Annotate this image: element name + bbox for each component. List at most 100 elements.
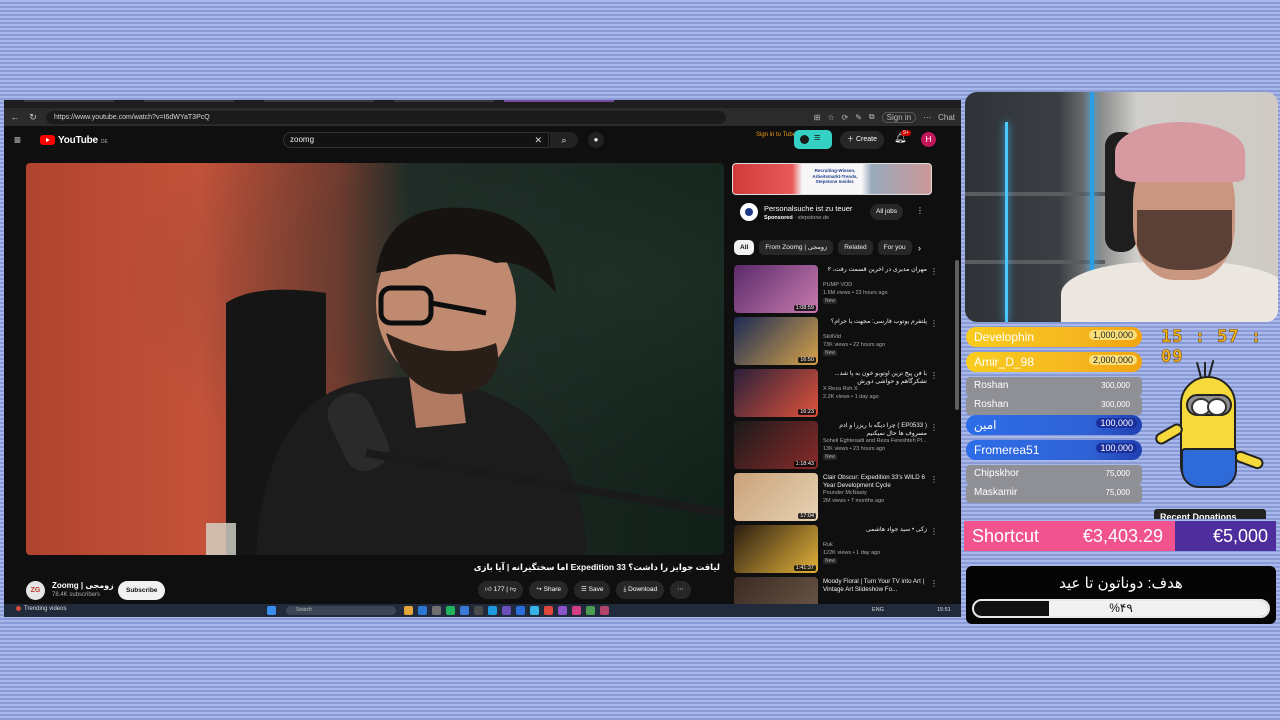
language-indicator[interactable]: ENG	[872, 607, 884, 613]
recommendation-title[interactable]: پلتفرم یوتوب فارسی: مجهت یا حرام؟	[823, 318, 927, 326]
recommendation-title[interactable]: ( EP0533 ) چرا دیگه با ریزرا و آدم مسروف…	[823, 422, 927, 437]
ad-title[interactable]: Personalsuche ist zu teuer	[764, 204, 852, 213]
more-actions-button[interactable]: ⋯	[670, 581, 691, 599]
more-options-icon[interactable]: ⋮	[930, 371, 938, 380]
save-button[interactable]: ☰ Save	[574, 581, 611, 599]
share-button[interactable]: ↪ Share	[529, 581, 569, 599]
windows-start-icon[interactable]	[267, 606, 276, 615]
browser-tab-active[interactable]	[504, 100, 614, 106]
tab-strip[interactable]	[4, 100, 961, 108]
recommendation-channel[interactable]: Ruk	[823, 542, 833, 548]
chevron-right-icon[interactable]: ›	[918, 243, 921, 253]
recommendation-item[interactable]: 1:41:37 زکی • سید جواد هاشمی Ruk 122K views…	[734, 525, 944, 577]
favorite-icon[interactable]: ☆	[827, 113, 834, 122]
channel-name[interactable]: Zoomg | زومجی	[52, 581, 114, 590]
chip-for-you[interactable]: For you	[877, 240, 912, 255]
page-scrollbar[interactable]	[955, 260, 959, 410]
menu-dots-icon[interactable]: ⋯	[923, 113, 931, 122]
browser-tab[interactable]	[24, 100, 114, 106]
recommendation-title[interactable]: Moody Floral | Turn Your TV into Art | V…	[823, 578, 927, 593]
recommendation-item[interactable]: 16:23 با فن پیج ترین اوتوبو خون به پا شد.…	[734, 369, 944, 421]
subscribe-button[interactable]: Subscribe	[118, 581, 166, 600]
recommendation-item[interactable]: 1:18:43 ( EP0533 ) چرا دیگه با ریزرا و آد…	[734, 421, 944, 473]
browser-signin-button[interactable]: Sign in	[881, 111, 917, 123]
video-thumbnail[interactable]: 17:04	[734, 473, 818, 521]
edge-icon[interactable]	[460, 606, 469, 615]
app-icon[interactable]	[572, 606, 581, 615]
app-icon[interactable]	[488, 606, 497, 615]
collections-icon[interactable]: ⧉	[869, 112, 875, 122]
app-icon[interactable]	[530, 606, 539, 615]
more-options-icon[interactable]: ⋮	[930, 475, 938, 484]
recommendation-channel[interactable]: X Reza Rsh X	[823, 386, 858, 392]
chip-related[interactable]: Related	[838, 240, 873, 255]
puzzle-icon[interactable]: ✎	[855, 113, 862, 122]
video-player[interactable]	[26, 163, 724, 555]
tubebuddy-menu-button[interactable]	[794, 130, 832, 149]
channel-avatar[interactable]: ZG	[26, 581, 45, 600]
app-icon[interactable]	[446, 606, 455, 615]
recommendation-channel[interactable]: PUMP VOD	[823, 282, 852, 288]
video-thumbnail[interactable]: 1:41:37	[734, 525, 818, 573]
browser-tab[interactable]	[144, 100, 234, 106]
search-button[interactable]: ⌕	[550, 132, 578, 148]
video-thumbnail[interactable]: 1:18:43	[734, 421, 818, 469]
taskbar-clock[interactable]: 15:51	[937, 607, 951, 613]
more-options-icon[interactable]: ⋮	[930, 579, 938, 588]
account-avatar[interactable]: H	[921, 132, 936, 147]
youtube-logo[interactable]: YouTube DE	[40, 135, 108, 146]
browser-tab[interactable]	[394, 100, 494, 106]
taskbar-widget[interactable]: Trending videos	[16, 606, 66, 612]
app-icon[interactable]	[600, 606, 609, 615]
recommendation-channel[interactable]: SkillVid	[823, 334, 841, 340]
extensions-icon[interactable]: ⊞	[814, 113, 821, 122]
recommendation-title[interactable]: Clair Obscur: Expedition 33's WILD 6 Yea…	[823, 474, 927, 489]
create-button[interactable]: ＋ Create	[840, 131, 884, 149]
recommendation-item[interactable]: 17:04 Clair Obscur: Expedition 33's WILD …	[734, 473, 944, 525]
ad-cta-button[interactable]: All jobs	[870, 204, 903, 220]
search-input[interactable]: zoomg ✕	[283, 132, 549, 148]
recommendation-item[interactable]: 1:08:59 مهران مدیری در آخرین قسمت رفت، ۲ P…	[734, 265, 944, 317]
vscode-icon[interactable]	[516, 606, 525, 615]
video-thumbnail[interactable]: 1:08:59	[734, 265, 818, 313]
back-icon[interactable]: ←	[10, 112, 20, 122]
ad-banner-image[interactable]: Recruiting-Wissen, Arbeitsmarkt-Trends, …	[732, 163, 932, 195]
app-icon[interactable]	[474, 606, 483, 615]
voice-search-button[interactable]: ●	[588, 132, 604, 148]
hamburger-menu-icon[interactable]: ≡	[14, 133, 34, 147]
download-button[interactable]: ⤓ Download	[616, 581, 665, 599]
url-field[interactable]: https://www.youtube.com/watch?v=I6dWYaT3…	[46, 110, 726, 124]
clear-search-icon[interactable]: ✕	[534, 133, 542, 147]
recommendation-item[interactable]: 16:50 پلتفرم یوتوب فارسی: مجهت یا حرام؟ Sk…	[734, 317, 944, 369]
taskbar-search[interactable]: Search	[286, 606, 396, 615]
app-icon[interactable]	[502, 606, 511, 615]
more-options-icon[interactable]: ⋮	[930, 527, 938, 536]
copilot-chat-button[interactable]: Chat	[938, 113, 955, 122]
ad-more-icon[interactable]: ⋮	[916, 206, 924, 215]
app-icon[interactable]	[432, 606, 441, 615]
app-icon[interactable]	[418, 606, 427, 615]
more-options-icon[interactable]: ⋮	[930, 423, 938, 432]
notifications-button[interactable]: 🔔︎ 9+	[894, 130, 911, 144]
file-explorer-icon[interactable]	[404, 606, 413, 615]
thumbs-down-icon[interactable]: 👎︎	[510, 586, 517, 593]
sponsored-ad-card[interactable]: Recruiting-Wissen, Arbeitsmarkt-Trends, …	[732, 163, 932, 233]
more-options-icon[interactable]: ⋮	[930, 319, 938, 328]
recommendation-channel[interactable]: Pounder McNasty	[823, 490, 867, 496]
recommendation-title[interactable]: با فن پیج ترین اوتوبو خون به پا شد... تش…	[823, 370, 927, 385]
recommendation-title[interactable]: زکی • سید جواد هاشمی	[823, 526, 927, 534]
reload-icon[interactable]: ↻	[28, 112, 38, 123]
app-icon[interactable]	[586, 606, 595, 615]
refresh-page-icon[interactable]: ⟳	[842, 113, 849, 122]
chip-all[interactable]: All	[734, 240, 755, 255]
video-thumbnail[interactable]: 16:50	[734, 317, 818, 365]
chrome-icon[interactable]	[544, 606, 553, 615]
video-thumbnail[interactable]: 16:23	[734, 369, 818, 417]
like-button[interactable]: 👍︎ 177 | 👎︎	[478, 581, 524, 599]
app-icon[interactable]	[558, 606, 567, 615]
recommendation-title[interactable]: مهران مدیری در آخرین قسمت رفت، ۲	[823, 266, 927, 274]
more-options-icon[interactable]: ⋮	[930, 267, 938, 276]
chip-from-channel[interactable]: From Zoomg | زومجی	[759, 240, 834, 255]
recommendation-channel[interactable]: Soheil Eghtesadi and Reza Fereshteh Pl..…	[823, 438, 927, 444]
browser-tab[interactable]	[264, 100, 374, 106]
